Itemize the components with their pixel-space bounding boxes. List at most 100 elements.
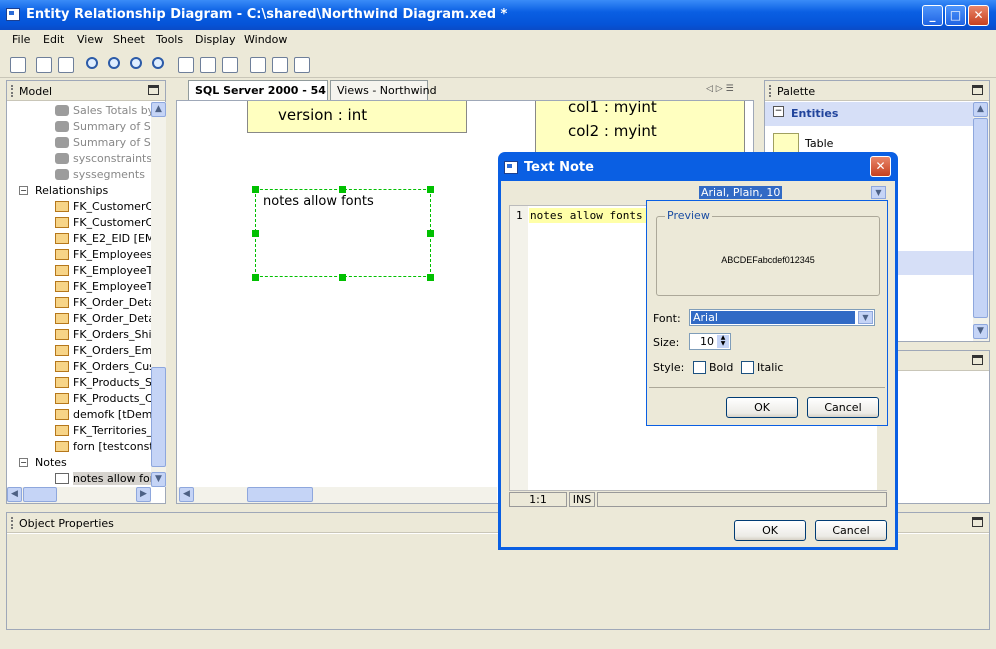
- grid-icon[interactable]: [272, 57, 288, 73]
- maximize-panel-icon[interactable]: [148, 85, 159, 95]
- menu-window[interactable]: Window: [244, 33, 287, 46]
- collapse-icon[interactable]: −: [19, 458, 28, 467]
- save-icon[interactable]: [10, 57, 26, 73]
- font-summary-combo[interactable]: Arial, Plain, 10 ▼: [699, 185, 887, 200]
- tree-item[interactable]: FK_EmployeeTe: [7, 263, 151, 279]
- palette-section-header[interactable]: − Entities: [765, 102, 973, 126]
- zoom-in-icon[interactable]: [108, 57, 120, 69]
- tree-item[interactable]: FK_E2_EID [EMI: [7, 231, 151, 247]
- resize-handle[interactable]: [252, 230, 259, 237]
- scroll-left-icon[interactable]: ◀: [7, 487, 22, 502]
- resize-handle[interactable]: [339, 186, 346, 193]
- canvas-hscrollbar[interactable]: ◀: [177, 487, 497, 503]
- close-button[interactable]: ✕: [968, 5, 989, 26]
- zoom-fit-icon[interactable]: [86, 57, 98, 69]
- tree-item[interactable]: demofk [tDemo2: [7, 407, 151, 423]
- minimize-button[interactable]: _: [922, 5, 943, 26]
- scroll-down-icon[interactable]: ▼: [973, 324, 988, 339]
- tab-sql-server[interactable]: SQL Server 2000 - 54: [188, 80, 328, 100]
- maximize-panel-icon[interactable]: [972, 85, 983, 95]
- tree-item[interactable]: sysconstraints: [7, 151, 151, 167]
- grip-icon[interactable]: [769, 85, 771, 97]
- tree-item[interactable]: FK_Employees_E: [7, 247, 151, 263]
- menu-sheet[interactable]: Sheet: [113, 33, 145, 46]
- tree-item[interactable]: FK_CustomerCu: [7, 215, 151, 231]
- bold-checkbox[interactable]: [693, 361, 706, 374]
- tree-item[interactable]: − Notes: [7, 455, 151, 471]
- cancel-button[interactable]: Cancel: [815, 520, 887, 541]
- scroll-left-icon[interactable]: ◀: [179, 487, 194, 502]
- table-icon[interactable]: [178, 57, 194, 73]
- collapse-icon[interactable]: −: [773, 106, 784, 117]
- zoom-icon[interactable]: [152, 57, 164, 69]
- font-ok-button[interactable]: OK: [726, 397, 798, 418]
- dialog-close-button[interactable]: ✕: [870, 156, 891, 177]
- font-cancel-button[interactable]: Cancel: [807, 397, 879, 418]
- font-combo[interactable]: Arial ▼: [689, 309, 875, 326]
- scroll-thumb[interactable]: [151, 367, 166, 467]
- tree-item[interactable]: forn [testconstr: [7, 439, 151, 455]
- print-icon[interactable]: [36, 57, 52, 73]
- maximize-button[interactable]: □: [945, 5, 966, 26]
- resize-handle[interactable]: [252, 186, 259, 193]
- tree-item[interactable]: FK_Order_Detai: [7, 295, 151, 311]
- layout-icon[interactable]: [250, 57, 266, 73]
- tree-item[interactable]: FK_Products_Su: [7, 375, 151, 391]
- tree-item[interactable]: FK_Orders_Ship: [7, 327, 151, 343]
- tree-item[interactable]: notes allow font: [7, 471, 151, 487]
- collapse-icon[interactable]: −: [19, 186, 28, 195]
- tree-item[interactable]: − Relationships: [7, 183, 151, 199]
- note-box[interactable]: notes allow fonts: [255, 189, 431, 277]
- spinner-arrows-icon[interactable]: ▲ ▼: [717, 335, 729, 348]
- table-icon[interactable]: [773, 133, 799, 153]
- menu-tools[interactable]: Tools: [156, 33, 183, 46]
- tab-views-northwind[interactable]: Views - Northwind: [330, 80, 437, 100]
- scroll-up-icon[interactable]: ▲: [151, 102, 166, 117]
- zoom-out-icon[interactable]: [130, 57, 142, 69]
- palette-vscrollbar[interactable]: ▲ ▼: [973, 102, 989, 341]
- resize-handle[interactable]: [252, 274, 259, 281]
- entity-box-2[interactable]: col1 : myint col2 : myint: [535, 101, 745, 159]
- resize-handle[interactable]: [339, 274, 346, 281]
- tree-item[interactable]: syssegments: [7, 167, 151, 183]
- tree-item[interactable]: FK_Territories_F: [7, 423, 151, 439]
- line-icon[interactable]: [222, 57, 238, 73]
- tree-item[interactable]: Sales Totals by A: [7, 103, 151, 119]
- menu-view[interactable]: View: [77, 33, 103, 46]
- hscroll-thumb[interactable]: [247, 487, 313, 502]
- maximize-panel-icon[interactable]: [972, 517, 983, 527]
- page-setup-icon[interactable]: [58, 57, 74, 73]
- grip-icon[interactable]: [11, 85, 13, 97]
- grip-icon[interactable]: [11, 517, 13, 529]
- hscroll-thumb[interactable]: [23, 487, 57, 502]
- tree-vscrollbar[interactable]: ▲ ▼: [151, 102, 166, 487]
- scroll-down-icon[interactable]: ▼: [151, 472, 166, 487]
- tree-item[interactable]: FK_CustomerCu: [7, 199, 151, 215]
- tab-nav-icon[interactable]: ◁ ▷ ☰: [706, 84, 734, 94]
- chevron-down-icon[interactable]: ▼: [858, 311, 873, 324]
- resize-handle[interactable]: [427, 274, 434, 281]
- size-spinner[interactable]: 10 ▲ ▼: [689, 333, 731, 350]
- ok-button[interactable]: OK: [734, 520, 806, 541]
- menu-file[interactable]: File: [12, 33, 30, 46]
- tree-item[interactable]: FK_EmployeeTe: [7, 279, 151, 295]
- chevron-down-icon[interactable]: ▼: [871, 186, 886, 199]
- resize-handle[interactable]: [427, 230, 434, 237]
- italic-checkbox[interactable]: [741, 361, 754, 374]
- menu-display[interactable]: Display: [195, 33, 236, 46]
- tree-item[interactable]: FK_Orders_Cust: [7, 359, 151, 375]
- export-icon[interactable]: [294, 57, 310, 73]
- menu-edit[interactable]: Edit: [43, 33, 64, 46]
- resize-handle[interactable]: [427, 186, 434, 193]
- tree-item[interactable]: FK_Orders_Emp: [7, 343, 151, 359]
- tree-item[interactable]: FK_Order_Detai: [7, 311, 151, 327]
- palette-item-table[interactable]: Table: [805, 137, 833, 150]
- tree-item[interactable]: Summary of Sale: [7, 119, 151, 135]
- maximize-panel-icon[interactable]: [972, 355, 983, 365]
- scroll-up-icon[interactable]: ▲: [973, 102, 988, 117]
- scroll-thumb[interactable]: [973, 118, 988, 318]
- tree-item[interactable]: Summary of Sale: [7, 135, 151, 151]
- tree-item[interactable]: FK_Products_Ca: [7, 391, 151, 407]
- entity-box-1[interactable]: version : int: [247, 101, 467, 133]
- scroll-right-icon[interactable]: ▶: [136, 487, 151, 502]
